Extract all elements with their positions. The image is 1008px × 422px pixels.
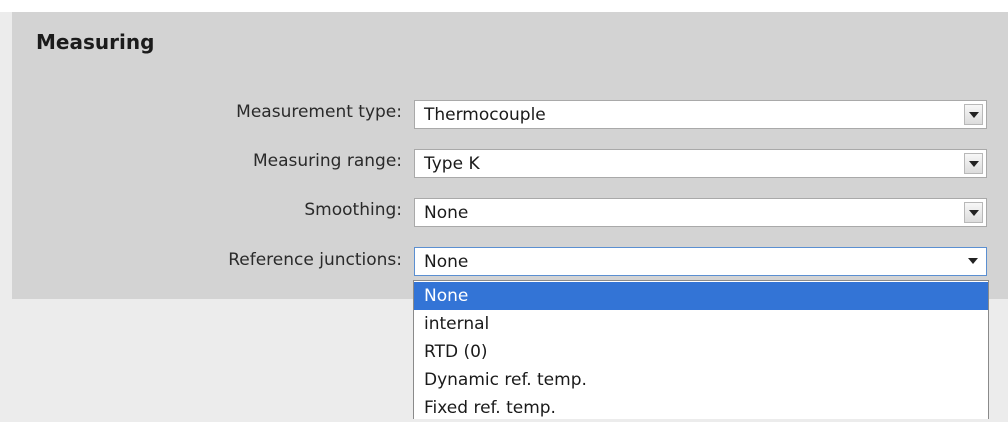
measuring-range-select[interactable]: Type K [414,149,987,178]
dropdown-option-internal[interactable]: internal [414,310,988,338]
dropdown-option-dynamic-ref-temp[interactable]: Dynamic ref. temp. [414,366,988,394]
smoothing-dropdown-button[interactable] [964,202,983,223]
chevron-down-icon [969,161,979,167]
measurement-type-select[interactable]: Thermocouple [414,100,987,129]
smoothing-value: None [424,203,469,223]
reference-junctions-dropdown-list[interactable]: None internal RTD (0) Dynamic ref. temp.… [413,280,989,419]
chevron-down-icon [969,210,979,216]
reference-junctions-value: None [424,252,469,272]
reference-junctions-dropdown-button[interactable] [964,251,983,272]
measurement-type-label: Measurement type: [236,102,402,122]
chevron-down-icon [969,112,979,118]
dropdown-option-none[interactable]: None [414,282,988,310]
dropdown-option-fixed-ref-temp[interactable]: Fixed ref. temp. [414,394,988,422]
smoothing-select[interactable]: None [414,198,987,227]
measurement-type-value: Thermocouple [424,105,546,125]
measuring-range-label: Measuring range: [252,151,402,171]
dropdown-option-rtd[interactable]: RTD (0) [414,338,988,366]
measurement-type-dropdown-button[interactable] [964,104,983,125]
chevron-down-icon [968,258,978,264]
reference-junctions-select[interactable]: None [414,247,987,276]
reference-junctions-label: Reference junctions: [228,250,402,270]
smoothing-label: Smoothing: [304,200,402,220]
top-strip [0,0,1008,12]
section-title: Measuring [36,30,155,54]
measuring-range-dropdown-button[interactable] [964,153,983,174]
measuring-range-value: Type K [424,154,480,174]
